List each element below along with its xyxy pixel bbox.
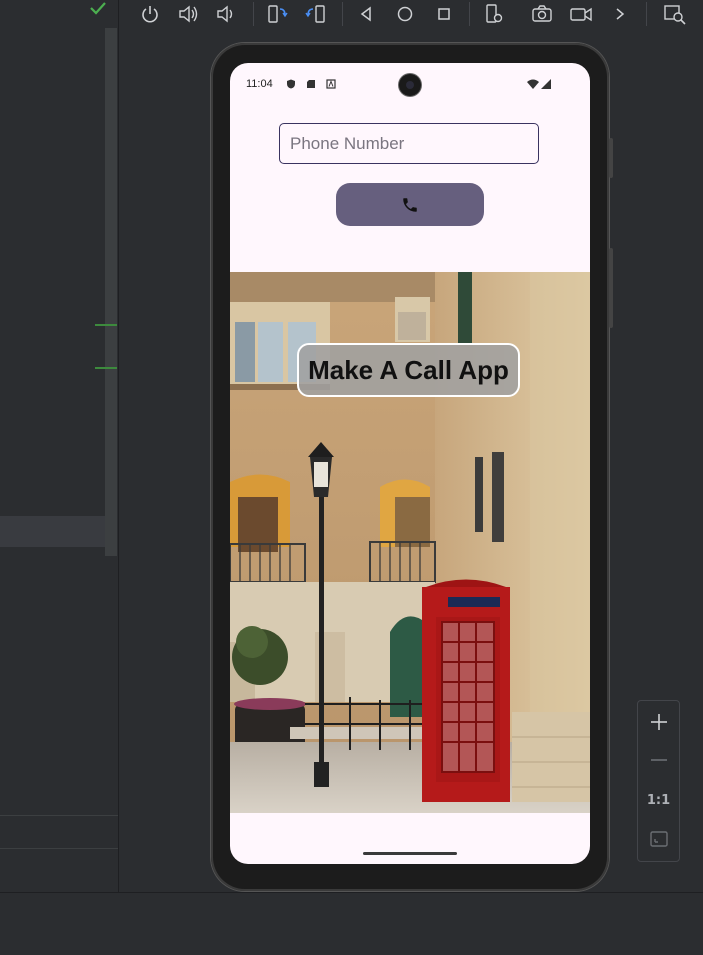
plus-icon (650, 714, 667, 730)
phone-number-input[interactable] (279, 123, 539, 164)
vertical-scrollbar[interactable] (105, 28, 117, 556)
device-settings-icon[interactable] (482, 2, 506, 26)
zoom-out-button[interactable] (638, 741, 679, 779)
change-marker (95, 324, 117, 326)
zoom-one-to-one-button[interactable]: 1:1 (638, 781, 679, 819)
home-icon[interactable] (393, 2, 417, 26)
status-time: 11:04 (246, 78, 273, 90)
emulator-device-frame: 11:04 Phone Number Make A Call App (211, 43, 613, 891)
zoom-in-button[interactable] (638, 703, 679, 741)
phone-booth (422, 579, 510, 802)
wifi-icon (527, 79, 539, 89)
check-icon (90, 2, 106, 15)
zoom-fit-button[interactable] (638, 820, 679, 858)
power-icon[interactable] (138, 2, 162, 26)
street-photo: Make A Call App (230, 272, 590, 813)
zoom-window-icon[interactable] (663, 2, 687, 26)
rotate-right-icon[interactable] (304, 2, 328, 26)
status-bar: 11:04 (230, 63, 590, 107)
minus-icon (650, 759, 667, 761)
zoom-one-to-one-label: 1:1 (646, 792, 671, 808)
divider (0, 848, 118, 849)
more-icon[interactable] (608, 2, 632, 26)
gesture-home-indicator[interactable] (363, 852, 457, 855)
highlighted-row (0, 516, 105, 547)
camera-icon[interactable] (530, 2, 554, 26)
volume-down-icon[interactable] (214, 2, 238, 26)
divider (0, 815, 118, 816)
app-title-banner: Make A Call App (297, 343, 520, 397)
device-screen: 11:04 Phone Number Make A Call App (230, 63, 590, 864)
sd-card-icon (307, 80, 315, 88)
bottom-status-area (0, 892, 703, 955)
rotate-left-icon[interactable] (265, 2, 289, 26)
font-icon (326, 79, 336, 89)
screen-record-icon[interactable] (569, 2, 593, 26)
shield-icon (287, 79, 295, 89)
volume-up-icon[interactable] (176, 2, 200, 26)
overview-icon[interactable] (432, 2, 456, 26)
call-button[interactable] (336, 183, 484, 226)
pane-divider[interactable] (118, 0, 119, 892)
front-camera (399, 74, 421, 96)
zoom-controls: 1:1 (637, 700, 680, 862)
signal-icon (541, 79, 551, 89)
phone-icon (403, 197, 417, 212)
fit-screen-icon (649, 831, 668, 847)
left-editor-pane (0, 0, 118, 892)
emulator-toolbar (120, 0, 703, 28)
change-marker (95, 367, 117, 369)
back-icon[interactable] (354, 2, 378, 26)
